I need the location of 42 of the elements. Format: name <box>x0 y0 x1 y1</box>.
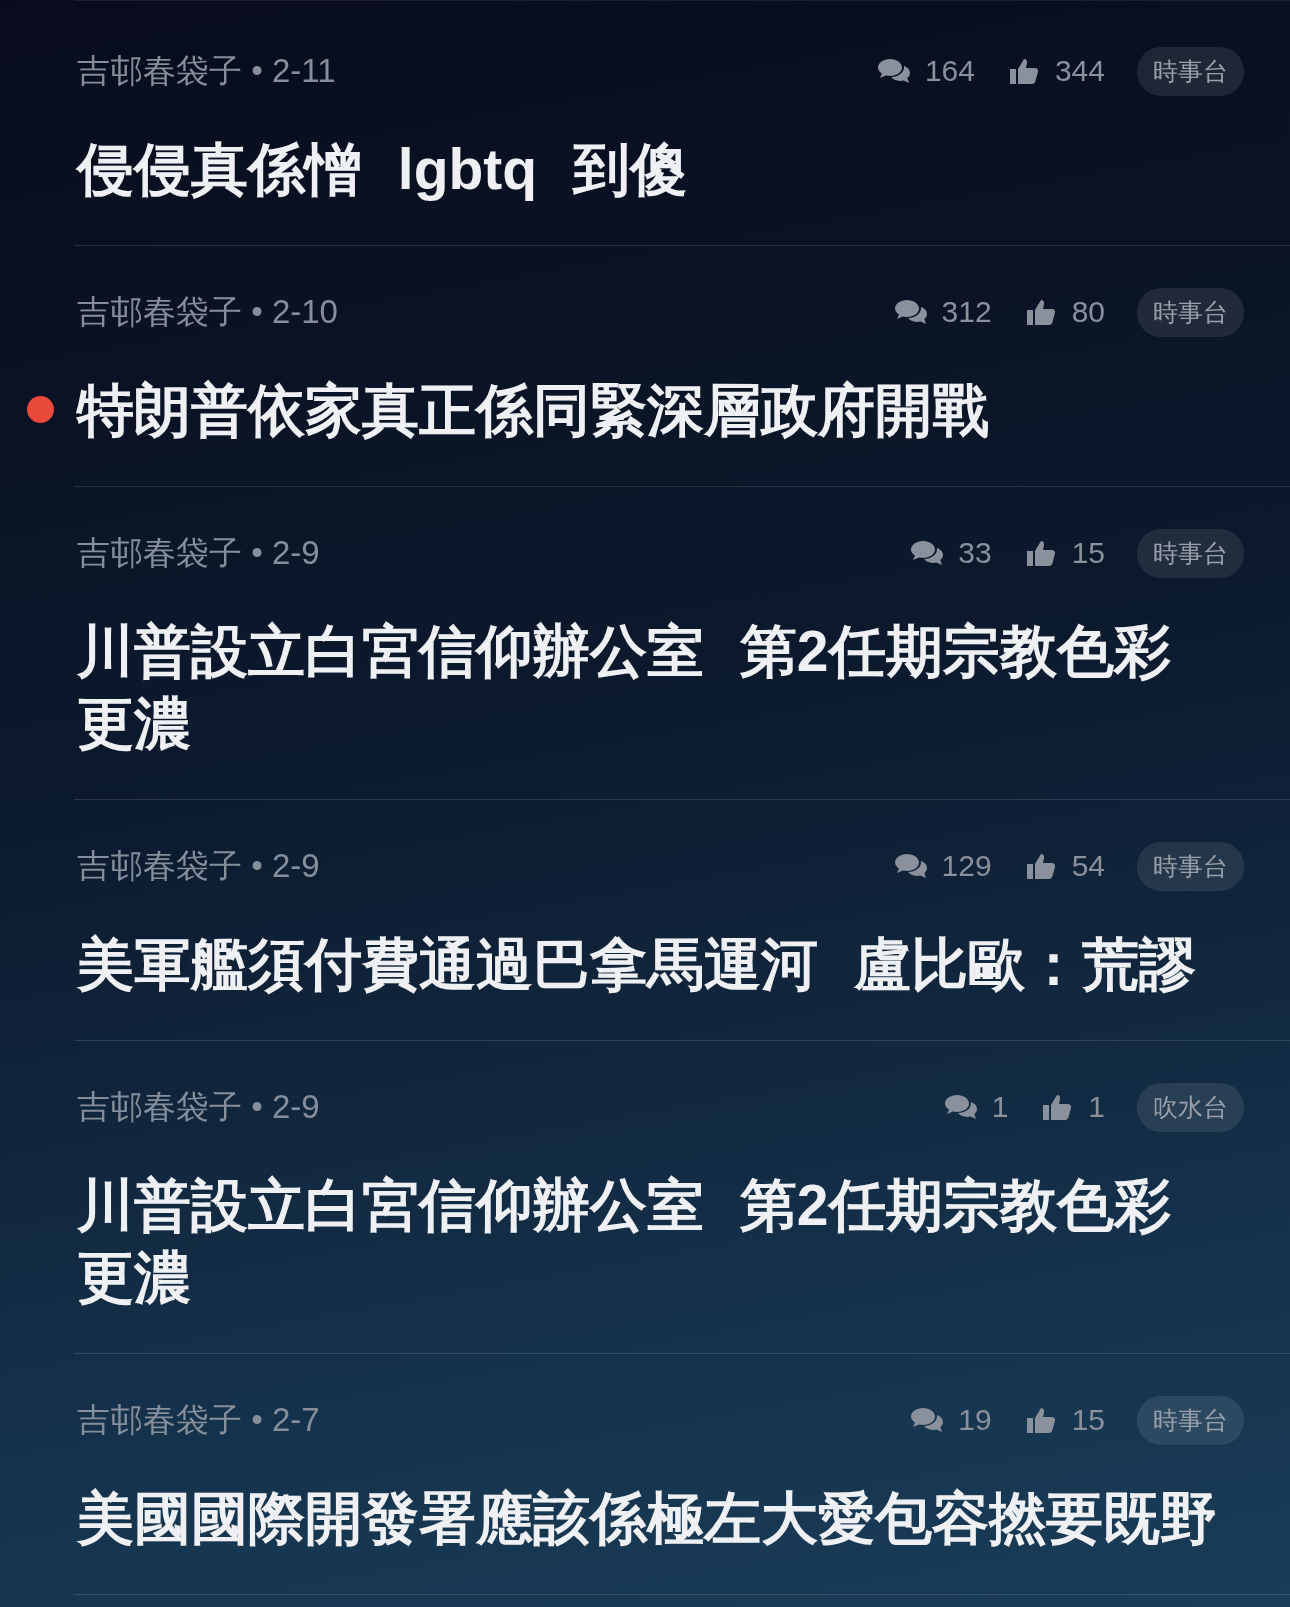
comments-icon <box>910 538 945 568</box>
board-tag[interactable]: 時事台 <box>1137 287 1244 337</box>
post-title[interactable]: 美軍艦須付費通過巴拿馬運河 盧比歐：荒謬 <box>77 928 1223 1000</box>
like-count: 344 <box>1054 54 1105 88</box>
like-count: 15 <box>1071 536 1105 570</box>
post-row[interactable]: 吉邨春袋子 • 2-9 1 1 吹水台 川普設立白宮信仰辦公室 第2任期宗教色彩更濃 <box>74 1041 1290 1354</box>
post-meta: 吉邨春袋子 • 2-9 <box>77 532 321 573</box>
like-count: 15 <box>1071 1403 1105 1437</box>
comment-count: 129 <box>941 849 992 883</box>
comment-count: 312 <box>941 295 992 329</box>
post-row[interactable]: 吉邨春袋子 • 2-9 33 15 時事台 川普設立白宮信仰辦公室 第2任期宗教色彩更濃 <box>74 487 1290 800</box>
comments-icon <box>910 1405 945 1435</box>
comment-count: 19 <box>958 1403 992 1437</box>
post-row[interactable]: 吉邨春袋子 • 2-7 19 15 時事台 美國國際開發署應該係極左大愛包容撚要既野 <box>74 1354 1290 1595</box>
comments-icon <box>876 56 911 86</box>
post-row[interactable]: 吉邨春袋子 • 2-11 164 344 時事台 侵侵真係憎 lgbtq 到傻 <box>74 5 1290 246</box>
board-tag[interactable]: 時事台 <box>1137 1395 1244 1445</box>
comment-count: 33 <box>958 536 992 570</box>
post-row[interactable]: 吉邨春袋子 • 2-10 312 80 時事台 特朗普依家真正係同緊深層政府開戰 <box>74 246 1290 487</box>
post-meta: 吉邨春袋子 • 2-9 <box>77 845 321 886</box>
post-title[interactable]: 川普設立白宮信仰辦公室 第2任期宗教色彩更濃 <box>77 1169 1223 1313</box>
like-count: 54 <box>1071 849 1105 883</box>
post-row[interactable]: 吉邨春袋子 • 2-9 129 54 時事台 美軍艦須付費通過巴拿馬運河 盧比歐：荒謬 <box>74 800 1290 1041</box>
comment-count: 1 <box>991 1090 1009 1124</box>
like-count: 80 <box>1071 295 1105 329</box>
comments-icon <box>893 851 928 881</box>
board-tag[interactable]: 時事台 <box>1137 46 1244 96</box>
post-title[interactable]: 美國國際開發署應該係極左大愛包容撚要既野 <box>77 1482 1223 1554</box>
post-meta: 吉邨春袋子 • 2-10 <box>77 291 339 332</box>
board-tag[interactable]: 時事台 <box>1137 841 1244 891</box>
post-meta: 吉邨春袋子 • 2-11 <box>77 50 337 91</box>
post-meta: 吉邨春袋子 • 2-7 <box>77 1399 321 1440</box>
comment-count: 164 <box>924 54 975 88</box>
post-title[interactable]: 侵侵真係憎 lgbtq 到傻 <box>77 133 1223 205</box>
post-title[interactable]: 川普設立白宮信仰辦公室 第2任期宗教色彩更濃 <box>77 615 1223 759</box>
post-title[interactable]: 特朗普依家真正係同緊深層政府開戰 <box>77 374 1223 446</box>
board-tag[interactable]: 時事台 <box>1137 528 1244 578</box>
post-meta: 吉邨春袋子 • 2-9 <box>77 1086 321 1127</box>
comments-icon <box>893 297 928 327</box>
board-tag[interactable]: 吹水台 <box>1137 1082 1244 1132</box>
comments-icon <box>943 1092 978 1122</box>
like-count: 1 <box>1088 1090 1105 1124</box>
